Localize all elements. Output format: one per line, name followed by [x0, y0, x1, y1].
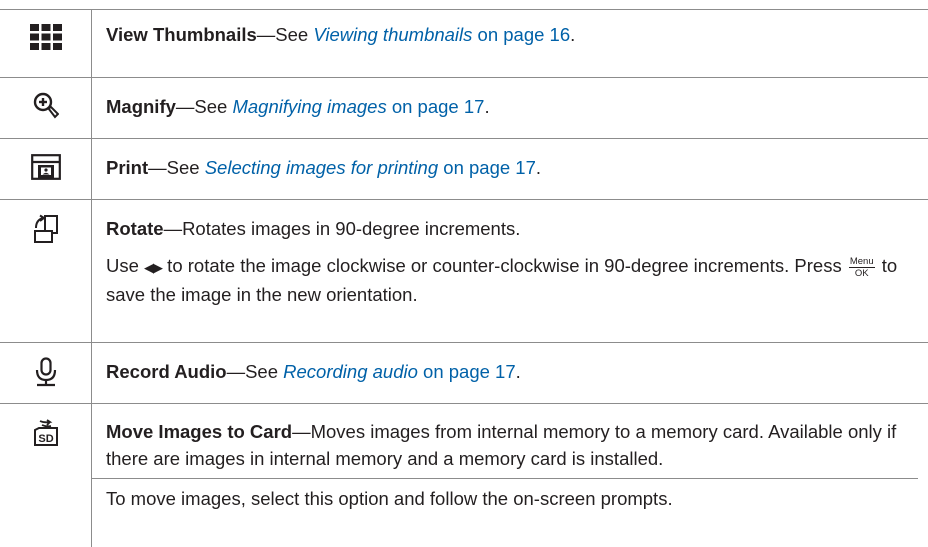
- microphone-icon: [35, 357, 56, 387]
- item-title: Move Images to Card: [106, 421, 293, 442]
- icon-cell: [0, 139, 92, 199]
- icon-cell: [0, 78, 92, 138]
- row-description: Magnify—See Magnifying images on page 17…: [106, 93, 918, 120]
- move-to-sd-card-icon: SD: [33, 419, 58, 446]
- icon-cell: SD: [0, 404, 92, 547]
- move-images-usage-paragraph: To move images, select this option and f…: [92, 478, 918, 512]
- usage-text: to rotate the image clockwise or counter…: [162, 255, 847, 276]
- description-cell: Move Images to Card—Moves images from in…: [92, 404, 928, 547]
- print-icon: [30, 154, 61, 180]
- cross-reference-link[interactable]: Magnifying images: [232, 96, 386, 117]
- description-text: —Rotates images in 90-degree increments.: [163, 218, 521, 239]
- table-row-magnify: Magnify—See Magnifying images on page 17…: [0, 77, 928, 138]
- page-reference[interactable]: on page 16: [472, 24, 571, 45]
- period: .: [484, 96, 490, 117]
- page-reference[interactable]: on page 17: [418, 361, 516, 382]
- camera-menu-table: View Thumbnails—See Viewing thumbnails o…: [0, 9, 928, 547]
- rotate-usage-paragraph: Use ◀▶ to rotate the image clockwise or …: [106, 252, 918, 308]
- page-reference[interactable]: on page 17: [387, 96, 485, 117]
- description-cell: Print—See Selecting images for printing …: [92, 139, 928, 199]
- usage-text: Use: [106, 255, 145, 276]
- description-cell: View Thumbnails—See Viewing thumbnails o…: [92, 10, 928, 77]
- item-title: View Thumbnails: [106, 24, 257, 45]
- icon-cell: [0, 10, 92, 77]
- description-cell: Rotate—Rotates images in 90-degree incre…: [92, 200, 928, 342]
- table-row-move-images-to-card: SD Move Images to Card—Moves images from…: [0, 403, 928, 547]
- row-description: Record Audio—See Recording audio on page…: [106, 358, 918, 385]
- page-reference[interactable]: on page 17: [438, 157, 536, 178]
- icon-cell: [0, 343, 92, 403]
- table-row-print: Print—See Selecting images for printing …: [0, 138, 928, 199]
- row-description: Print—See Selecting images for printing …: [106, 154, 918, 181]
- row-description: Move Images to Card—Moves images from in…: [106, 418, 918, 472]
- cross-reference-link[interactable]: Viewing thumbnails: [313, 24, 472, 45]
- dash-text: —See: [226, 361, 284, 382]
- table-row-rotate: Rotate—Rotates images in 90-degree incre…: [0, 199, 928, 342]
- item-title: Rotate: [106, 218, 164, 239]
- svg-text:SD: SD: [38, 433, 53, 445]
- thumbnails-grid-icon: [29, 24, 62, 50]
- item-title: Magnify: [106, 96, 176, 117]
- description-cell: Record Audio—See Recording audio on page…: [92, 343, 928, 403]
- description-cell: Magnify—See Magnifying images on page 17…: [92, 78, 928, 138]
- period: .: [570, 24, 576, 45]
- item-title: Print: [106, 157, 149, 178]
- table-row-view-thumbnails: View Thumbnails—See Viewing thumbnails o…: [0, 9, 928, 77]
- dash-text: —See: [148, 157, 205, 178]
- menu-ok-button-icon: Menu OK: [848, 255, 875, 279]
- rotate-icon: [33, 214, 58, 243]
- period: .: [515, 361, 521, 382]
- period: .: [535, 157, 542, 178]
- ok-label: OK: [854, 267, 869, 279]
- left-right-arrows-icon: ◀▶: [144, 260, 163, 275]
- dash-text: —See: [256, 24, 314, 45]
- dash-text: —See: [175, 96, 233, 117]
- menu-label: Menu: [848, 255, 875, 268]
- magnify-icon: [33, 92, 59, 119]
- row-description: Rotate—Rotates images in 90-degree incre…: [106, 215, 918, 242]
- icon-cell: [0, 200, 92, 342]
- cross-reference-link[interactable]: Recording audio: [283, 361, 418, 382]
- table-row-record-audio: Record Audio—See Recording audio on page…: [0, 342, 928, 403]
- row-description: View Thumbnails—See Viewing thumbnails o…: [106, 21, 918, 48]
- item-title: Record Audio: [106, 361, 227, 382]
- cross-reference-link[interactable]: Selecting images for printing: [205, 157, 438, 178]
